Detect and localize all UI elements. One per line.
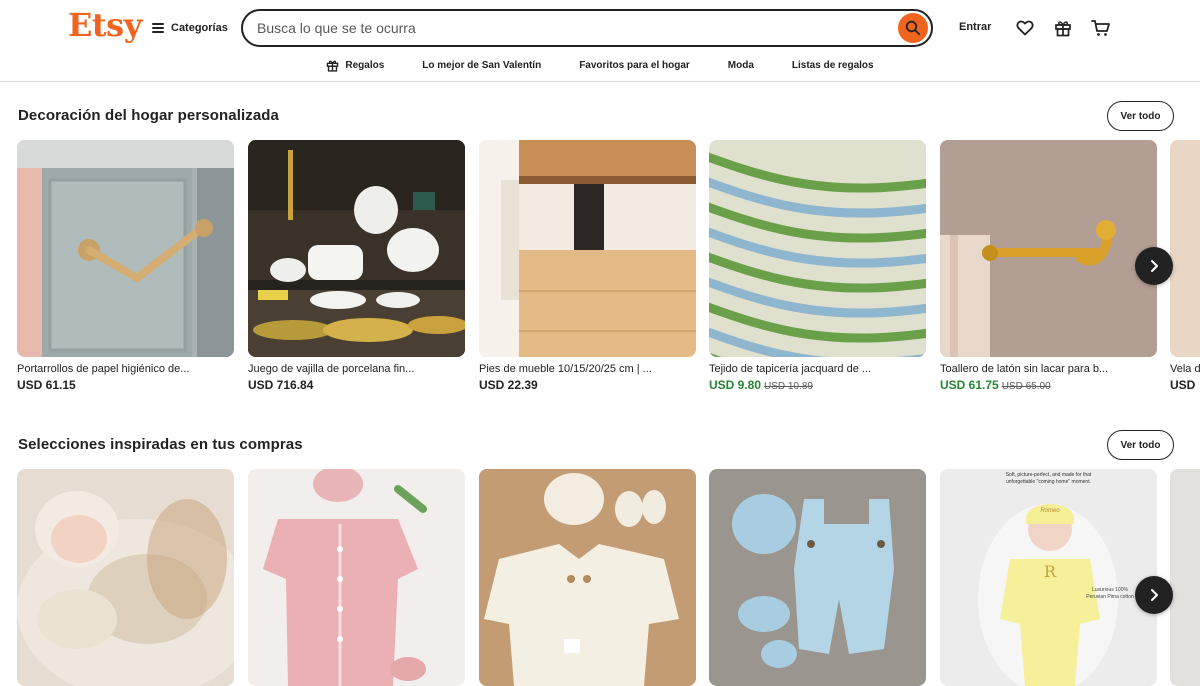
gift-icon <box>327 60 339 72</box>
product-card-partial[interactable] <box>1170 469 1200 686</box>
product-price: USD 9.80 USD 10.89 <box>709 378 813 392</box>
product-image <box>1170 140 1200 357</box>
product-image <box>940 140 1157 357</box>
product-card[interactable] <box>248 469 465 686</box>
etsy-logo[interactable]: Etsy <box>68 6 142 44</box>
subnav-label: Moda <box>727 59 754 71</box>
product-card[interactable]: Portarrollos de papel higiénico de... US… <box>17 140 234 392</box>
product-image: R Soft, picture-perfect, and made for th… <box>940 469 1157 686</box>
product-image <box>17 469 234 686</box>
chevron-right-icon <box>1151 589 1158 601</box>
subnav-favoritos-hogar[interactable]: Favoritos para el hogar <box>579 56 690 74</box>
image-annotation: Luxurious 100% Peruvian Pima cotton <box>1086 587 1134 600</box>
signin-link[interactable]: Entrar <box>959 21 991 33</box>
subnav-listas-regalos[interactable]: Listas de regalos <box>792 56 874 74</box>
product-card[interactable]: Toallero de latón sin lacar para b... US… <box>940 140 1157 392</box>
subnav-label: Lo mejor de San Valentín <box>422 59 542 71</box>
search-input[interactable] <box>257 18 877 38</box>
chevron-right-icon <box>1151 260 1158 272</box>
product-title: Portarrollos de papel higiénico de... <box>17 363 190 375</box>
product-card[interactable]: Pies de mueble 10/15/20/25 cm | ... USD … <box>479 140 696 392</box>
section-title: Decoración del hogar personalizada <box>18 107 279 124</box>
image-caption: Soft, picture-perfect, and made for that… <box>1005 472 1092 485</box>
product-image <box>479 140 696 357</box>
subnav-moda[interactable]: Moda <box>728 56 754 74</box>
carousel-next-button[interactable] <box>1135 247 1173 285</box>
gift-button[interactable] <box>1052 17 1074 39</box>
search-bar <box>241 9 933 47</box>
subnav-san-valentin[interactable]: Lo mejor de San Valentín <box>422 56 541 74</box>
original-price: USD 10.89 <box>764 381 813 392</box>
product-title: Toallero de latón sin lacar para b... <box>940 363 1109 375</box>
favorites-button[interactable] <box>1014 17 1036 39</box>
product-price: USD 61.15 <box>17 378 76 392</box>
product-title: Pies de mueble 10/15/20/25 cm | ... <box>479 363 652 375</box>
cart-icon <box>1091 20 1110 36</box>
sub-navigation: Regalos Lo mejor de San Valentín Favorit… <box>0 56 1200 74</box>
see-all-button[interactable]: Ver todo <box>1107 430 1174 460</box>
image-name-embroidery: Romeo <box>1040 508 1060 514</box>
product-title: Juego de vajilla de porcelana fin... <box>248 363 415 375</box>
subnav-label: Regalos <box>345 59 385 71</box>
product-image <box>479 469 696 686</box>
categories-button[interactable]: Categorías <box>152 20 228 36</box>
search-icon <box>905 20 921 36</box>
original-price: USD 65.00 <box>1001 381 1051 392</box>
product-image <box>17 140 234 357</box>
product-image <box>709 469 926 686</box>
product-card[interactable] <box>709 469 926 686</box>
product-image <box>1170 469 1200 686</box>
categories-label: Categorías <box>171 22 228 34</box>
site-header: Etsy Categorías Entrar <box>0 0 1200 82</box>
heart-icon <box>1016 20 1034 36</box>
subnav-label: Favoritos para el hogar <box>579 59 690 71</box>
product-card-partial[interactable]: Vela d USD <box>1170 140 1200 392</box>
cart-button[interactable] <box>1090 17 1112 39</box>
product-image <box>248 469 465 686</box>
search-button[interactable] <box>898 13 928 43</box>
product-title: Vela d <box>1170 363 1200 375</box>
carousel-next-button[interactable] <box>1135 576 1173 614</box>
product-price: USD 22.39 <box>479 378 538 392</box>
product-image <box>709 140 926 357</box>
product-card[interactable]: Juego de vajilla de porcelana fin... USD… <box>248 140 465 392</box>
product-image <box>248 140 465 357</box>
menu-icon <box>152 23 164 33</box>
subnav-regalos[interactable]: Regalos <box>326 56 384 74</box>
product-price: USD 716.84 <box>248 378 314 392</box>
product-price: USD 61.75 USD 65.00 <box>940 378 1051 392</box>
section-title: Selecciones inspiradas en tus compras <box>18 436 303 453</box>
product-card[interactable]: R Soft, picture-perfect, and made for th… <box>940 469 1157 686</box>
subnav-label: Listas de regalos <box>791 59 874 71</box>
svg-text:R: R <box>1044 562 1057 581</box>
product-card[interactable]: Tejido de tapicería jacquard de ... USD … <box>709 140 926 392</box>
product-title: Tejido de tapicería jacquard de ... <box>709 363 872 375</box>
product-price: USD <box>1170 378 1196 392</box>
gift-icon <box>1055 21 1071 37</box>
product-card[interactable] <box>479 469 696 686</box>
see-all-button[interactable]: Ver todo <box>1107 101 1174 131</box>
product-card[interactable] <box>17 469 234 686</box>
